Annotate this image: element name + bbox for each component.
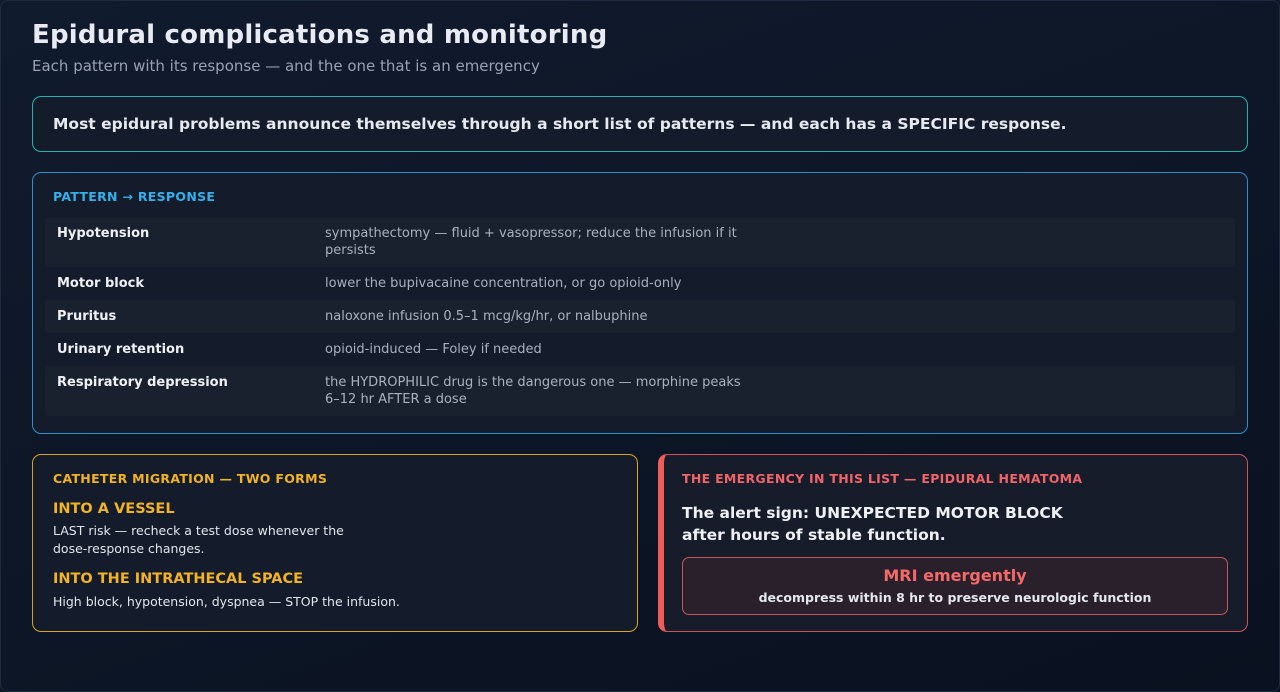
intrathecal-heading: INTO THE INTRATHECAL SPACE xyxy=(53,571,304,587)
mri-action-detail: decompress within 8 hr to preserve neuro… xyxy=(758,590,1152,605)
key-point-callout: Most epidural problems announce themselv… xyxy=(32,96,1248,152)
pattern-row: Hypotension sympathectomy — fluid + vaso… xyxy=(45,217,1235,267)
vessel-text: LAST risk — recheck a test dose whenever… xyxy=(53,523,344,556)
epidural-hematoma-panel: THE EMERGENCY IN THIS LIST — EPIDURAL HE… xyxy=(658,454,1248,632)
pattern-name: Hypotension xyxy=(57,226,150,241)
mri-action-title: MRI emergently xyxy=(883,566,1027,585)
pattern-response: naloxone infusion 0.5–1 mcg/kg/hr, or na… xyxy=(325,309,648,324)
pattern-name: Urinary retention xyxy=(57,342,185,357)
alert-sign-text: The alert sign: UNEXPECTED MOTOR BLOCK a… xyxy=(682,504,1063,544)
pattern-response: opioid-induced — Foley if needed xyxy=(325,342,542,357)
pattern-response-label: PATTERN → RESPONSE xyxy=(53,189,216,204)
pattern-row: Respiratory depression the HYDROPHILIC d… xyxy=(45,366,1235,416)
intrathecal-text: High block, hypotension, dyspnea — STOP … xyxy=(53,594,400,609)
callout-text: Most epidural problems announce themselv… xyxy=(53,115,1067,133)
pattern-row: Motor block lower the bupivacaine concen… xyxy=(45,267,1235,300)
mri-action-box: MRI emergently decompress within 8 hr to… xyxy=(682,557,1228,615)
pattern-name: Respiratory depression xyxy=(57,375,228,390)
pattern-name: Motor block xyxy=(57,276,144,291)
pattern-response: sympathectomy — fluid + vasopressor; red… xyxy=(325,226,737,258)
page-subtitle: Each pattern with its response — and the… xyxy=(32,57,540,75)
page-title: Epidural complications and monitoring xyxy=(32,20,608,50)
pattern-response-panel: PATTERN → RESPONSE Hypotension sympathec… xyxy=(32,172,1248,434)
pattern-row: Pruritus naloxone infusion 0.5–1 mcg/kg/… xyxy=(45,300,1235,333)
pattern-name: Pruritus xyxy=(57,309,117,324)
pattern-response: the HYDROPHILIC drug is the dangerous on… xyxy=(325,375,741,407)
catheter-migration-panel: CATHETER MIGRATION — TWO FORMS INTO A VE… xyxy=(32,454,638,632)
emergency-label: THE EMERGENCY IN THIS LIST — EPIDURAL HE… xyxy=(682,471,1083,486)
pattern-row: Urinary retention opioid-induced — Foley… xyxy=(45,333,1235,366)
vessel-heading: INTO A VESSEL xyxy=(53,501,175,517)
migration-label: CATHETER MIGRATION — TWO FORMS xyxy=(53,471,328,486)
pattern-response: lower the bupivacaine concentration, or … xyxy=(325,276,682,291)
